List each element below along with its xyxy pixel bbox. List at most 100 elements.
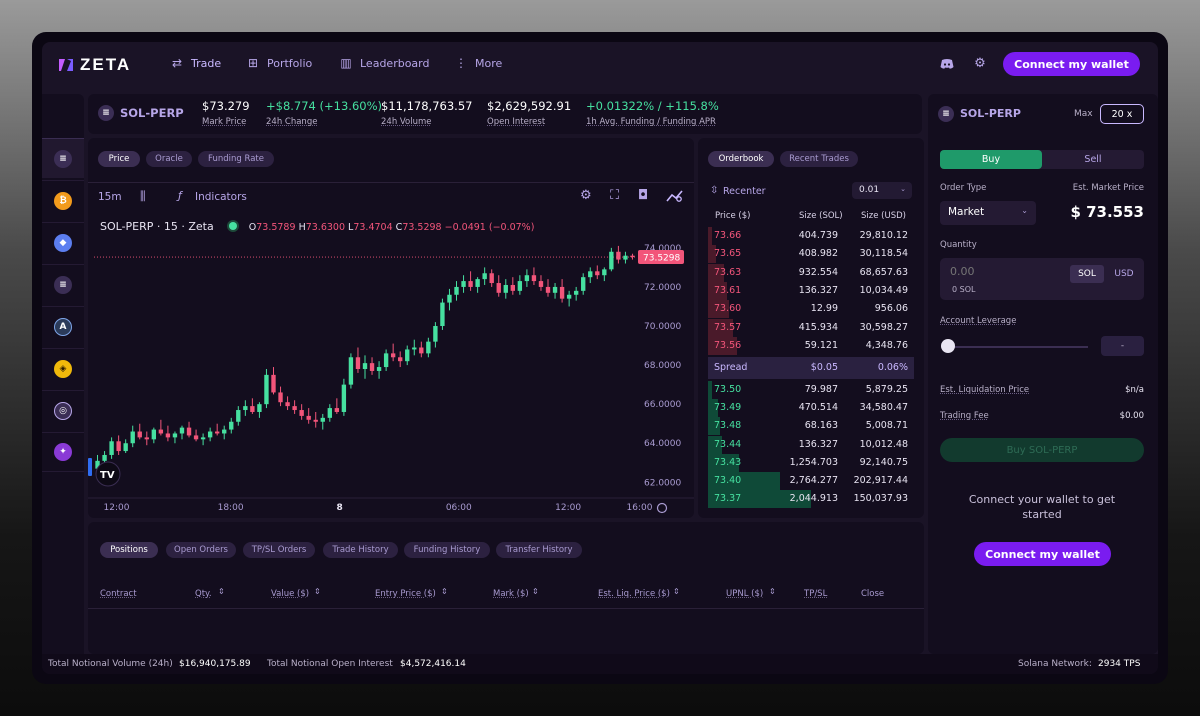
col-entry-price[interactable]: Entry Price ($) <box>375 589 436 599</box>
nav-leaderboard[interactable]: ▥ Leaderboard <box>339 56 429 70</box>
tab-transfer-history[interactable]: Transfer History <box>496 542 582 558</box>
bid-row[interactable]: 73.37 2,044.913 150,037.93 <box>708 490 914 509</box>
candlestick-chart[interactable]: 74.000072.000070.000068.000066.000064.00… <box>88 238 694 518</box>
sort-icon[interactable]: ⇕ <box>673 587 680 596</box>
sort-icon[interactable]: ⇕ <box>769 587 776 596</box>
tradingview-logo-text: TV <box>100 470 115 481</box>
leverage-slider-track[interactable] <box>948 346 1088 348</box>
tab-trade-history[interactable]: Trade History <box>323 542 398 558</box>
sort-icon[interactable]: ⇕ <box>532 587 539 596</box>
ask-row[interactable]: 73.66 404.739 29,810.12 <box>708 227 914 245</box>
ask-row[interactable]: 73.60 12.99 956.06 <box>708 300 914 319</box>
sidebar-item-matic[interactable]: ✦ <box>42 432 84 472</box>
btc-icon: ₿ <box>54 191 72 210</box>
spread-row: Spread $0.05 0.06% <box>708 357 914 379</box>
sidebar-item-token[interactable]: ◎ <box>42 390 84 430</box>
logo[interactable]: ZETA <box>58 55 131 75</box>
submit-order-button[interactable]: Buy SOL-PERP <box>940 438 1144 462</box>
settings-icon[interactable]: ⚙ <box>580 188 592 203</box>
recenter-button[interactable]: Recenter <box>723 186 766 197</box>
col-qty[interactable]: Qty. <box>195 589 212 599</box>
sort-icon[interactable]: ⇕ <box>218 587 225 596</box>
tab-tpsl-orders[interactable]: TP/SL Orders <box>243 542 315 558</box>
ask-row[interactable]: 73.56 59.121 4,348.76 <box>708 336 914 355</box>
sort-icon[interactable]: ⇕ <box>441 587 448 596</box>
sidebar-item-eth[interactable]: ◆ <box>42 222 84 262</box>
col-tpsl[interactable]: TP/SL <box>804 589 827 599</box>
tab-funding-history[interactable]: Funding History <box>404 542 490 558</box>
gear-icon[interactable]: ⚙ <box>972 56 988 72</box>
tab-orderbook[interactable]: Orderbook <box>708 151 774 167</box>
tab-recent-trades[interactable]: Recent Trades <box>780 151 858 167</box>
col-value[interactable]: Value ($) <box>271 589 309 599</box>
candles-icon[interactable]: ⫼ <box>140 189 146 204</box>
tab-oracle[interactable]: Oracle <box>146 151 192 167</box>
leverage-slider-handle[interactable] <box>941 339 955 353</box>
arb-icon: A <box>54 317 72 336</box>
sidebar-item-sol-alt[interactable]: ≡ <box>42 264 84 304</box>
bid-row[interactable]: 73.49 470.514 34,580.47 <box>708 399 914 418</box>
nav-more[interactable]: ⋮ More <box>454 56 502 70</box>
sort-icon[interactable]: ⇕ <box>314 587 321 596</box>
discord-icon[interactable] <box>939 56 955 72</box>
nav-trade[interactable]: ⇄ Trade <box>170 56 221 70</box>
candle-body <box>200 437 206 440</box>
ask-usd: 29,810.12 <box>859 230 908 241</box>
candle-body <box>229 421 234 430</box>
leverage-button[interactable]: 20 x <box>1100 104 1144 124</box>
unit-usd-button[interactable]: USD <box>1107 265 1141 283</box>
ask-size: 136.327 <box>798 284 838 296</box>
connect-wallet-button-panel[interactable]: Connect my wallet <box>974 542 1111 566</box>
ticker-market[interactable]: SOL-PERP <box>120 106 184 120</box>
ask-row[interactable]: 73.57 415.934 30,598.27 <box>708 318 914 337</box>
sidebar-item-btc[interactable]: ₿ <box>42 180 84 220</box>
candle-body <box>222 429 227 434</box>
tab-open-orders[interactable]: Open Orders <box>166 542 236 558</box>
col-liq-price[interactable]: Est. Liq. Price ($) <box>598 589 670 599</box>
sidebar-item-sol[interactable]: ≡ <box>42 138 84 178</box>
bid-row[interactable]: 73.44 136.327 10,012.48 <box>708 435 914 454</box>
tab-price[interactable]: Price <box>98 151 140 167</box>
candle-body <box>165 433 171 438</box>
fullscreen-icon[interactable]: ⛶ <box>610 188 619 203</box>
sell-toggle[interactable]: Sell <box>1042 150 1144 169</box>
ask-row[interactable]: 73.65 408.982 30,118.54 <box>708 245 914 264</box>
fx-icon[interactable]: ƒ <box>178 189 182 202</box>
candle-body <box>447 294 452 303</box>
scroll-handle[interactable] <box>88 458 92 476</box>
col-contract[interactable]: Contract <box>100 589 137 599</box>
bid-row[interactable]: 73.50 79.987 5,879.25 <box>708 381 914 399</box>
y-tick-label: 66.0000 <box>644 400 681 410</box>
nav-portfolio[interactable]: ⊞ Portfolio <box>246 56 312 70</box>
quantity-input[interactable] <box>950 265 1050 278</box>
total-oi: $4,572,416.14 <box>400 659 466 669</box>
bid-row[interactable]: 73.40 2,764.277 202,917.44 <box>708 472 914 490</box>
sidebar-item-bnb[interactable]: ◈ <box>42 348 84 388</box>
chart-settings-icon[interactable] <box>656 502 668 514</box>
order-type-select[interactable]: Market ⌄ <box>940 201 1036 225</box>
tab-positions[interactable]: Positions <box>100 542 158 558</box>
quantity-field[interactable]: 0 SOL SOL USD <box>940 258 1144 300</box>
connect-wallet-button[interactable]: Connect my wallet <box>1003 52 1140 76</box>
mark-price: $73.279 <box>202 99 250 113</box>
ask-row[interactable]: 73.61 136.327 10,034.49 <box>708 281 914 300</box>
col-upnl[interactable]: UPNL ($) <box>726 589 763 599</box>
chart-analysis-icon[interactable] <box>666 189 684 203</box>
sidebar-empty-slot <box>42 94 84 134</box>
camera-icon[interactable]: ◘ <box>638 188 648 203</box>
bid-row[interactable]: 73.48 68.163 5,008.71 <box>708 417 914 436</box>
ask-price: 73.57 <box>714 321 742 333</box>
unit-sol-button[interactable]: SOL <box>1070 265 1104 283</box>
ask-row[interactable]: 73.63 932.554 68,657.63 <box>708 263 914 282</box>
sidebar-item-arb[interactable]: A <box>42 306 84 346</box>
interval-select[interactable]: 15m <box>98 191 122 203</box>
col-price: Price ($) <box>715 211 751 221</box>
col-mark[interactable]: Mark ($) <box>493 589 529 599</box>
tab-funding-rate[interactable]: Funding Rate <box>198 151 274 167</box>
recenter-icon[interactable]: ⇳ <box>710 185 718 196</box>
tick-size-select[interactable]: 0.01 ⌄ <box>852 182 912 199</box>
leverage-value-field[interactable]: - <box>1101 336 1144 356</box>
buy-toggle[interactable]: Buy <box>940 150 1042 169</box>
bid-row[interactable]: 73.43 1,254.703 92,140.75 <box>708 453 914 472</box>
indicators-button[interactable]: Indicators <box>195 191 247 203</box>
